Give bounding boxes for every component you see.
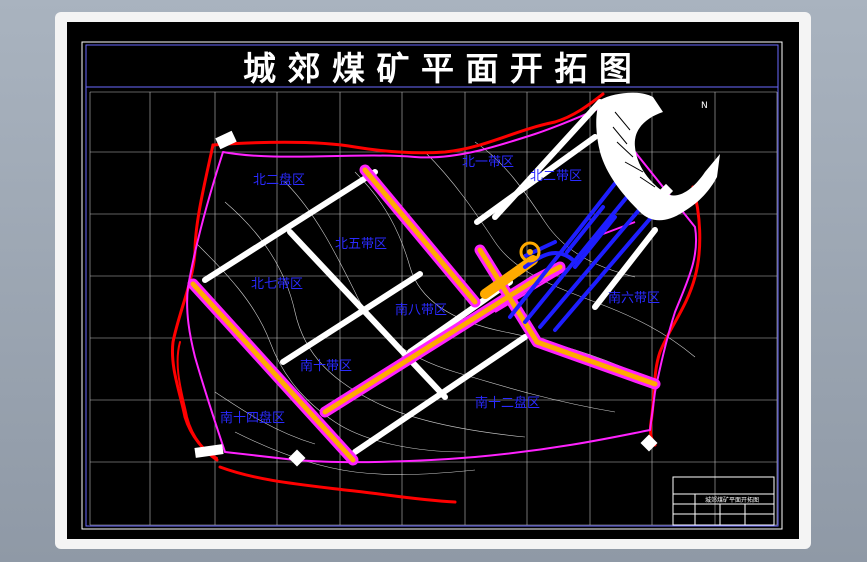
zone-label: 南十带区: [300, 358, 352, 374]
zone-label: 南八带区: [395, 302, 447, 318]
zone-label: 北五带区: [335, 237, 387, 252]
zone-label: 北一带区: [462, 155, 514, 170]
zone-label: 南六带区: [608, 290, 660, 306]
drawing-background: [67, 22, 799, 539]
zone-label: 南十二盘区: [475, 395, 540, 411]
zone-label: 北二盘区: [253, 172, 305, 188]
north-mark: N: [701, 101, 708, 111]
zone-label: 北二带区: [530, 169, 582, 184]
zone-label: 北七带区: [251, 277, 303, 292]
zone-label: 南十四盘区: [220, 410, 285, 426]
cad-viewport[interactable]: 城 郊 煤 矿 平 面 开 拓 图 北二盘区 北一带区 北二带区 北五带区 北七…: [55, 12, 811, 549]
title-block-caption: 城郊煤矿平面开拓图: [705, 496, 759, 504]
mine-plan-drawing: 城 郊 煤 矿 平 面 开 拓 图 北二盘区 北一带区 北二带区 北五带区 北七…: [67, 22, 799, 539]
drawing-title: 城 郊 煤 矿 平 面 开 拓 图: [243, 49, 632, 88]
